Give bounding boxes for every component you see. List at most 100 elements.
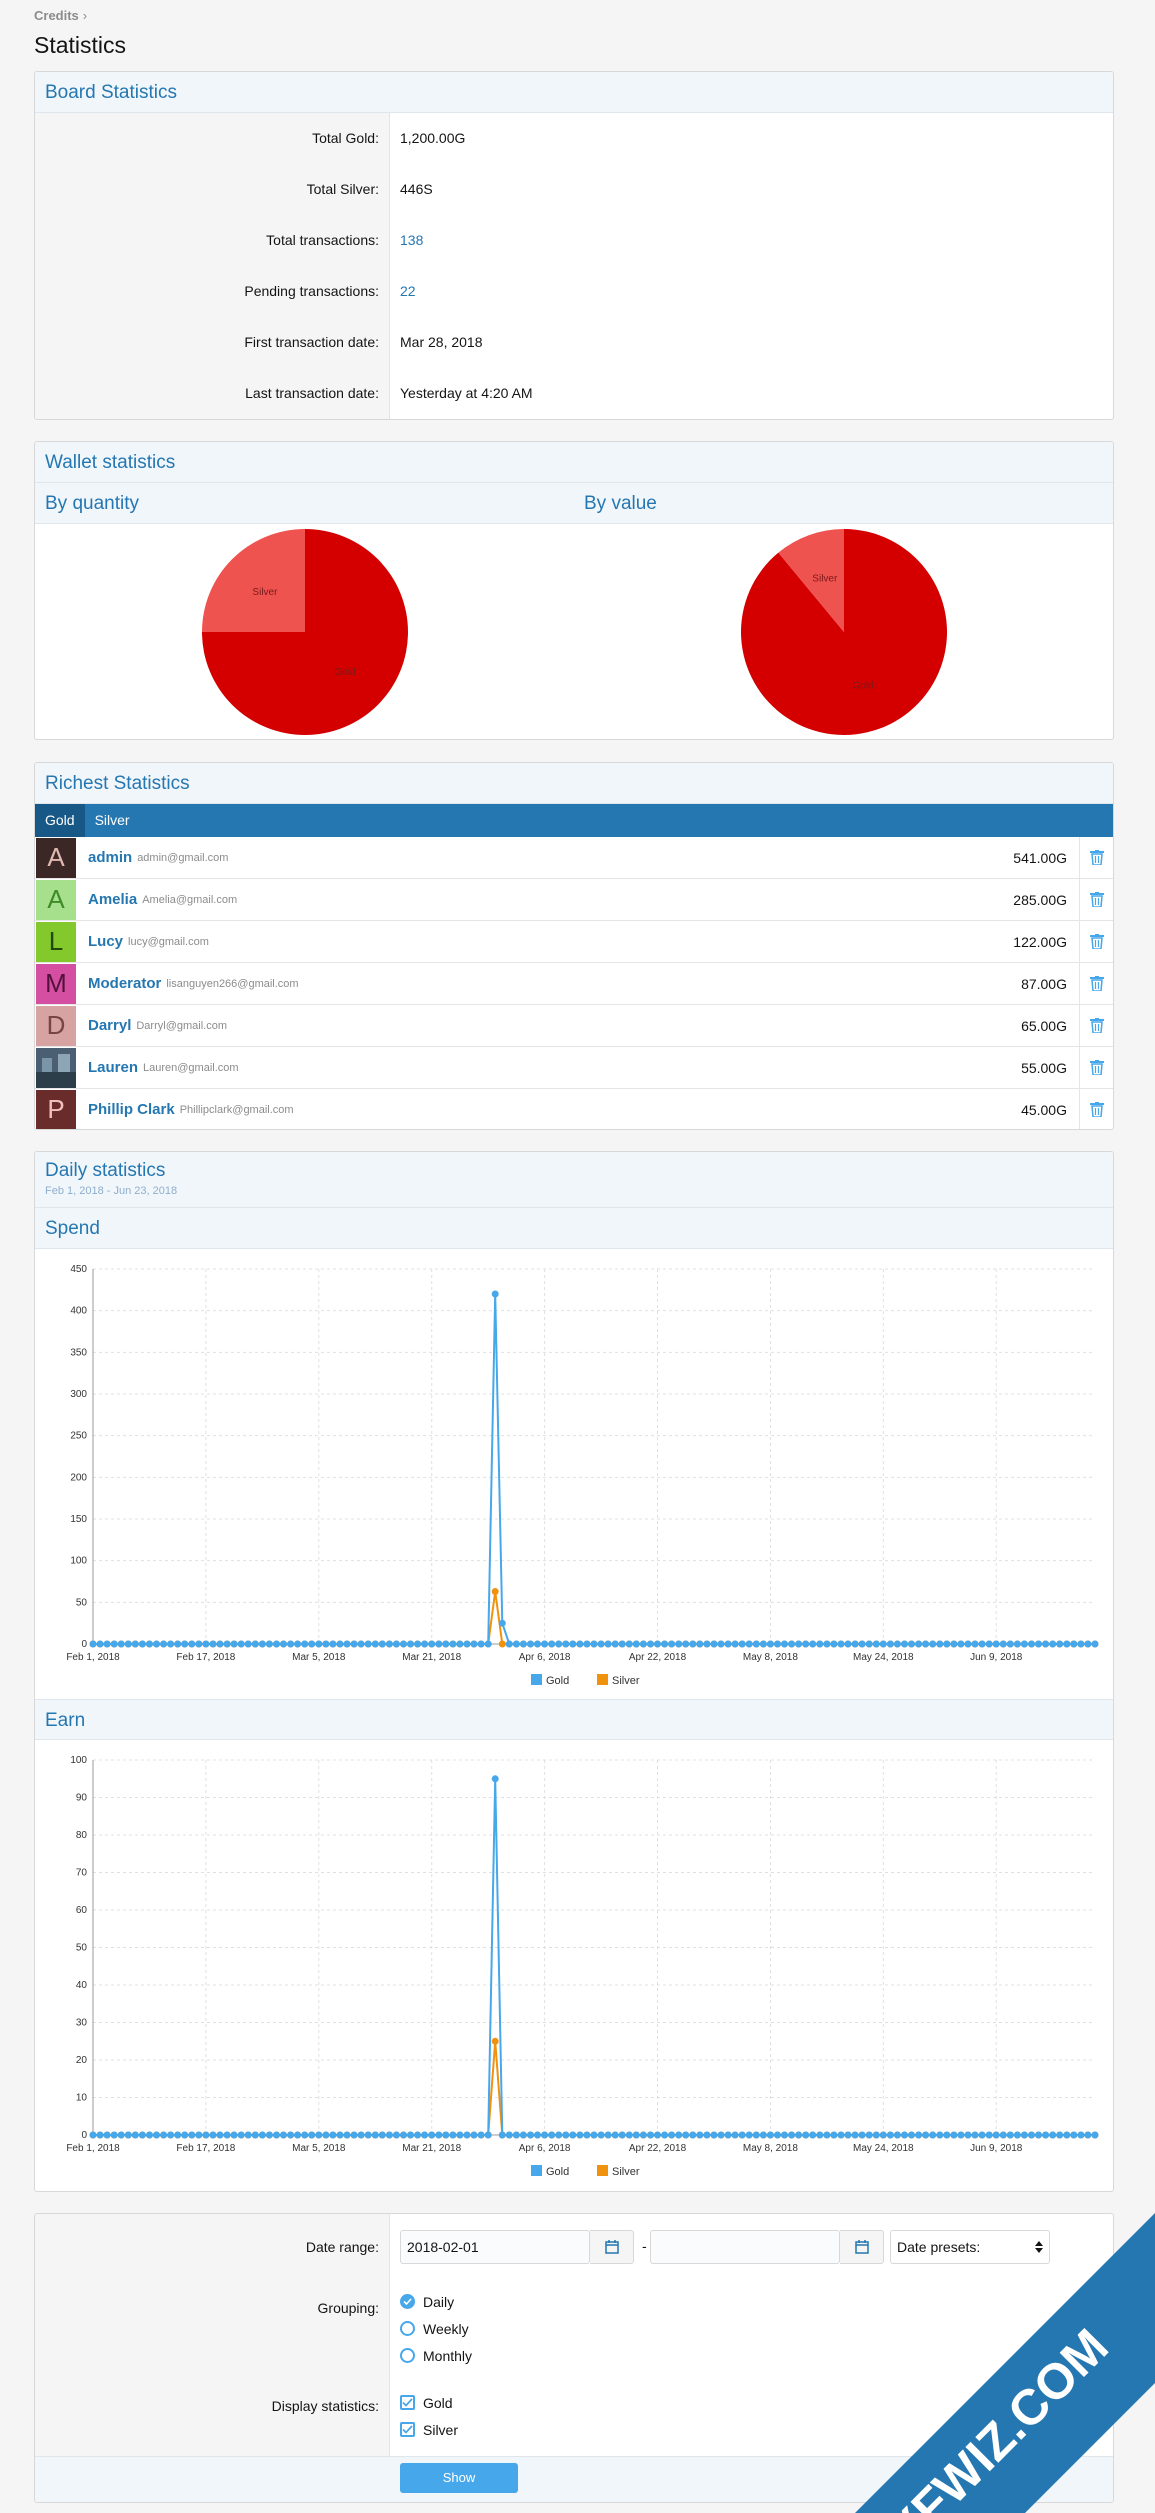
data-point-gold[interactable] [1077,2131,1085,2139]
data-point-gold[interactable] [400,1640,407,1648]
data-point-gold[interactable] [308,2131,316,2139]
data-point-gold[interactable] [950,1640,958,1648]
data-point-gold[interactable] [886,2131,894,2139]
data-point-gold[interactable] [555,1640,563,1648]
data-point-gold[interactable] [463,2131,471,2139]
data-point-gold[interactable] [428,2131,436,2139]
data-point-gold[interactable] [195,2131,203,2139]
checkbox-checked-icon[interactable] [400,2395,415,2410]
data-point-gold[interactable] [322,1640,330,1648]
data-point-gold[interactable] [957,1640,965,1648]
data-point-gold[interactable] [209,2131,217,2139]
data-point-gold[interactable] [470,1640,478,1648]
data-point-gold[interactable] [639,2131,647,2139]
data-point-gold[interactable] [759,1640,767,1648]
data-point-gold[interactable] [569,1640,577,1648]
data-point-gold[interactable] [781,1640,788,1648]
data-point-gold[interactable] [724,2131,732,2139]
data-point-gold[interactable] [251,2131,259,2139]
data-point-gold[interactable] [625,1640,633,1648]
data-point-gold[interactable] [964,2131,972,2139]
data-point-gold[interactable] [682,1640,690,1648]
data-point-gold[interactable] [442,2131,450,2139]
grouping-option-weekly[interactable]: Weekly [400,2315,1113,2342]
data-point-gold[interactable] [576,2131,584,2139]
data-point-gold[interactable] [929,1640,937,1648]
data-point-gold[interactable] [527,2131,534,2139]
data-point-gold[interactable] [562,1640,570,1648]
data-point-gold[interactable] [124,1640,132,1648]
data-point-gold[interactable] [675,1640,683,1648]
data-point-gold[interactable] [886,1640,894,1648]
data-point-gold[interactable] [237,2131,245,2139]
data-point-gold[interactable] [717,1640,725,1648]
date-end-calendar-button[interactable] [840,2230,884,2264]
tab-silver[interactable]: Silver [85,804,140,837]
data-point-gold[interactable] [449,2131,457,2139]
data-point-gold[interactable] [392,1640,400,1648]
data-point-gold[interactable] [357,1640,365,1648]
data-point-gold[interactable] [1063,1640,1071,1648]
data-point-gold[interactable] [858,2131,866,2139]
data-point-gold[interactable] [618,2131,626,2139]
data-point-gold[interactable] [138,2131,146,2139]
data-point-gold[interactable] [280,1640,287,1648]
data-point-gold[interactable] [280,2131,287,2139]
data-point-gold[interactable] [273,2131,280,2139]
data-point-gold[interactable] [160,1640,168,1648]
avatar[interactable] [36,1047,76,1088]
data-point-gold[interactable] [223,2131,231,2139]
data-point-gold[interactable] [992,2131,1000,2139]
data-point-gold[interactable] [696,1640,704,1648]
data-point-silver[interactable] [491,2037,499,2045]
data-point-gold[interactable] [837,2131,845,2139]
data-point-gold[interactable] [788,1640,796,1648]
date-presets-select[interactable]: Date presets: [890,2230,1050,2264]
data-point-gold[interactable] [590,1640,598,1648]
data-point-gold[interactable] [802,1640,810,1648]
data-point-gold[interactable] [851,1640,859,1648]
data-point-gold[interactable] [809,2131,817,2139]
data-point-gold[interactable] [936,1640,944,1648]
data-point-gold[interactable] [1035,1640,1042,1648]
data-point-gold[interactable] [519,2131,527,2139]
data-point-gold[interactable] [1006,2131,1014,2139]
data-point-gold[interactable] [774,1640,781,1648]
data-point-gold[interactable] [717,2131,725,2139]
date-end-input[interactable] [650,2230,840,2264]
data-point-gold[interactable] [146,2131,153,2139]
data-point-gold[interactable] [604,1640,612,1648]
data-point-gold[interactable] [562,2131,570,2139]
avatar[interactable]: M [36,963,76,1004]
data-point-gold[interactable] [1070,1640,1078,1648]
data-point-gold[interactable] [703,2131,711,2139]
data-point-gold[interactable] [844,1640,852,1648]
pie-slice-silver[interactable] [202,529,305,632]
data-point-gold[interactable] [731,2131,739,2139]
data-point-gold[interactable] [230,1640,238,1648]
data-point-gold[interactable] [519,1640,527,1648]
data-point-gold[interactable] [985,1640,993,1648]
data-point-silver[interactable] [498,1640,506,1648]
data-point-gold[interactable] [1013,2131,1021,2139]
data-point-gold[interactable] [661,2131,669,2139]
delete-button[interactable] [1079,963,1113,1004]
data-point-gold[interactable] [583,2131,591,2139]
data-point-gold[interactable] [618,1640,626,1648]
data-point-gold[interactable] [675,2131,683,2139]
data-point-gold[interactable] [802,2131,810,2139]
data-point-gold[interactable] [131,2131,139,2139]
user-name-link[interactable]: Moderator [88,975,161,992]
data-point-gold[interactable] [541,2131,549,2139]
data-point-gold[interactable] [428,1640,436,1648]
data-point-gold[interactable] [604,2131,612,2139]
data-point-gold[interactable] [209,1640,217,1648]
data-point-gold[interactable] [329,2131,337,2139]
data-point-gold[interactable] [943,1640,951,1648]
data-point-gold[interactable] [343,2131,351,2139]
data-point-gold[interactable] [872,1640,880,1648]
data-point-gold[interactable] [505,2131,513,2139]
data-point-gold[interactable] [174,2131,182,2139]
data-point-gold[interactable] [625,2131,633,2139]
data-point-gold[interactable] [1028,2131,1035,2139]
